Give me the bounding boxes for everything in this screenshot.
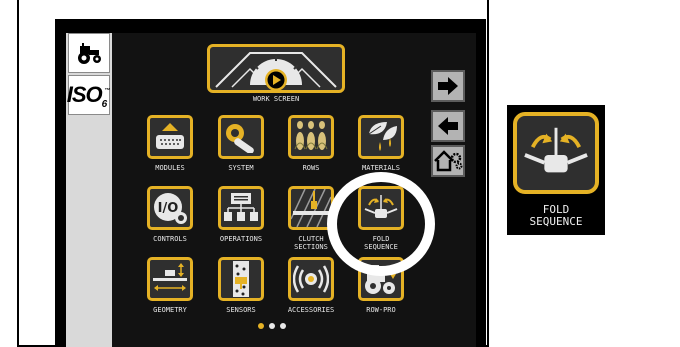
system-button[interactable] (218, 115, 264, 159)
rows-button[interactable] (288, 115, 334, 159)
tractor-button[interactable] (68, 33, 110, 73)
modules-icon (156, 123, 184, 149)
modules-label: MODULES (155, 164, 185, 172)
fold-sequence-icon (524, 127, 588, 173)
sensors-label: SENSORS (226, 306, 256, 314)
work-screen-button[interactable] (207, 44, 345, 93)
left-strip: ISO6™ (66, 33, 112, 347)
geometry-icon (153, 263, 187, 291)
tractor-icon (78, 43, 101, 64)
page-indicator (258, 323, 286, 329)
io-controls-icon: I/O (154, 193, 187, 224)
modules-button[interactable] (147, 115, 193, 159)
accessories-label: ACCESSORIES (287, 306, 335, 314)
play-gauge-icon (215, 52, 337, 91)
isobus-vt-button[interactable]: ISO6™ (66, 75, 110, 115)
operations-tree-icon (224, 193, 258, 221)
svg-text:I/O: I/O (158, 201, 179, 216)
page-dot-1[interactable] (258, 323, 264, 329)
accessories-icon (293, 265, 329, 293)
system-label: SYSTEM (228, 164, 254, 172)
iso-logo: ISO6™ (66, 82, 110, 110)
zoom-fold-sequence-label: FOLD SEQUENCE (529, 203, 583, 228)
leaf-drops-icon (368, 122, 397, 151)
page-dot-3[interactable] (280, 323, 286, 329)
wrench-icon (226, 124, 254, 153)
figure: ISO6™ WORK SCREEN MODULES SYSTEM ROWS MA… (0, 0, 680, 347)
controls-label: CONTROLS (153, 235, 187, 243)
sensors-icon (233, 261, 249, 297)
arrow-left-icon (438, 117, 458, 135)
rows-label: ROWS (302, 164, 320, 172)
operations-label: OPERATIONS (219, 235, 263, 243)
sensors-button[interactable] (218, 257, 264, 301)
operations-button[interactable] (218, 186, 264, 230)
materials-label: MATERIALS (362, 164, 400, 172)
home-gear-icon (434, 150, 463, 172)
home-settings-button[interactable] (431, 145, 465, 177)
arrow-right-icon (438, 77, 458, 95)
materials-button[interactable] (358, 115, 404, 159)
highlight-circle (327, 172, 435, 276)
next-page-button[interactable] (431, 70, 465, 102)
controls-button[interactable]: I/O (147, 186, 193, 230)
accessories-button[interactable] (288, 257, 334, 301)
clutch-sections-icon (291, 189, 331, 227)
work-screen-label: WORK SCREEN (252, 95, 300, 103)
page-dot-2[interactable] (269, 323, 275, 329)
zoom-fold-sequence-button (513, 112, 599, 194)
geometry-label: GEOMETRY (153, 306, 187, 314)
corn-rows-icon (294, 121, 328, 150)
row-pro-label: ROW-PRO (366, 306, 396, 314)
previous-page-button[interactable] (431, 110, 465, 142)
geometry-button[interactable] (147, 257, 193, 301)
